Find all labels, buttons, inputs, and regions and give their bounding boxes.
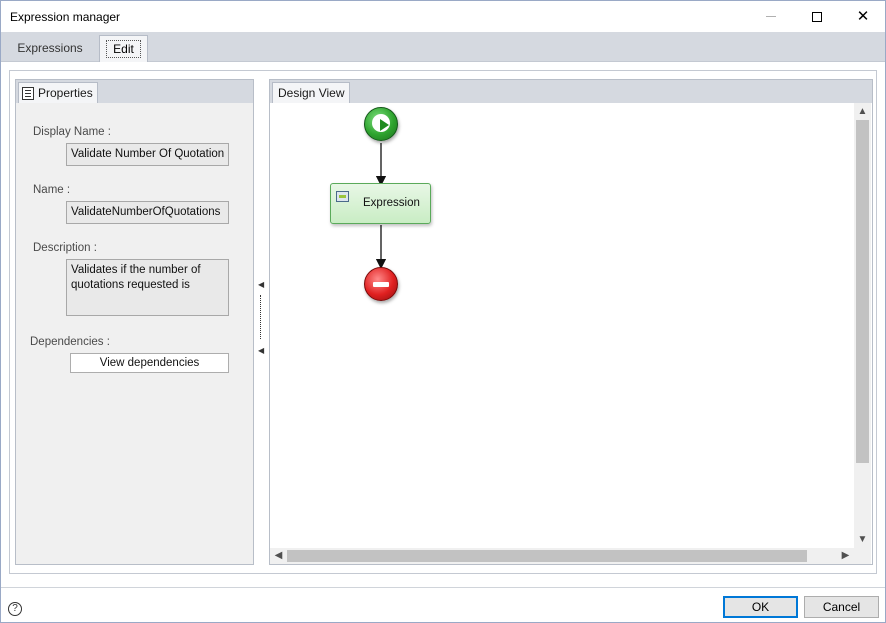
close-icon: ✕ (856, 8, 870, 25)
maximize-button[interactable] (794, 1, 840, 32)
design-view-panel: Design View Expression ▲ ▼ ◀ ▶ (269, 79, 873, 565)
splitter-collapse-icon[interactable]: ◀ (258, 281, 264, 289)
title-bar: Expression manager ✕ (1, 1, 885, 32)
vertical-scrollbar[interactable]: ▲ ▼ (854, 103, 871, 548)
splitter-expand-icon[interactable]: ◀ (258, 347, 264, 355)
edit-content-area: Properties Display Name : Validate Numbe… (9, 70, 877, 574)
tab-expressions[interactable]: Expressions (7, 35, 93, 62)
scroll-left-icon[interactable]: ◀ (270, 548, 287, 564)
help-icon[interactable]: ? (8, 602, 22, 616)
tab-properties[interactable]: Properties (18, 82, 98, 103)
expression-manager-window: Expression manager ✕ Expressions Edit Pr… (0, 0, 886, 623)
properties-tab-label: Properties (38, 86, 93, 100)
dialog-footer: ? OK Cancel (1, 587, 885, 622)
minimize-icon (766, 16, 776, 17)
design-view-tab-bar: Design View (270, 80, 872, 103)
expression-node[interactable]: Expression (330, 183, 431, 224)
scroll-down-icon[interactable]: ▼ (854, 531, 871, 548)
description-field[interactable]: Validates if the number of quotations re… (66, 259, 229, 316)
start-node[interactable] (364, 107, 398, 141)
expression-node-label: Expression (363, 197, 420, 209)
dependencies-label: Dependencies : (30, 336, 110, 348)
splitter-grip (260, 295, 261, 339)
properties-tab-bar: Properties (16, 80, 253, 103)
cancel-button[interactable]: Cancel (804, 596, 879, 618)
window-title: Expression manager (10, 10, 121, 24)
display-name-label: Display Name : (33, 126, 111, 138)
scroll-corner (854, 548, 871, 564)
horizontal-scroll-thumb[interactable] (287, 550, 807, 562)
stop-node[interactable] (364, 267, 398, 301)
view-dependencies-button[interactable]: View dependencies (70, 353, 229, 373)
properties-icon (22, 86, 34, 100)
stop-icon (373, 282, 389, 287)
vertical-scroll-thumb[interactable] (856, 120, 869, 463)
tab-edit-label: Edit (106, 40, 141, 58)
name-field[interactable]: ValidateNumberOfQuotations (66, 201, 229, 224)
display-name-field[interactable]: Validate Number Of Quotation (66, 143, 229, 166)
main-tab-strip: Expressions Edit (1, 32, 885, 62)
tab-design-view[interactable]: Design View (272, 82, 351, 103)
description-label: Description : (33, 242, 97, 254)
ok-button[interactable]: OK (723, 596, 798, 618)
scroll-right-icon[interactable]: ▶ (837, 548, 854, 564)
minimize-button[interactable] (748, 1, 794, 32)
properties-panel: Properties Display Name : Validate Numbe… (15, 79, 254, 565)
close-button[interactable]: ✕ (840, 1, 886, 32)
design-canvas[interactable]: Expression ▲ ▼ ◀ ▶ (270, 103, 872, 564)
maximize-icon (812, 11, 822, 22)
panel-splitter[interactable]: ◀ ◀ (258, 281, 264, 361)
scroll-up-icon[interactable]: ▲ (854, 103, 871, 120)
tab-edit[interactable]: Edit (99, 35, 148, 62)
flow-connectors (375, 143, 387, 270)
name-label: Name : (33, 184, 71, 196)
horizontal-scrollbar[interactable]: ◀ ▶ (270, 548, 854, 564)
start-play-icon (380, 119, 389, 131)
